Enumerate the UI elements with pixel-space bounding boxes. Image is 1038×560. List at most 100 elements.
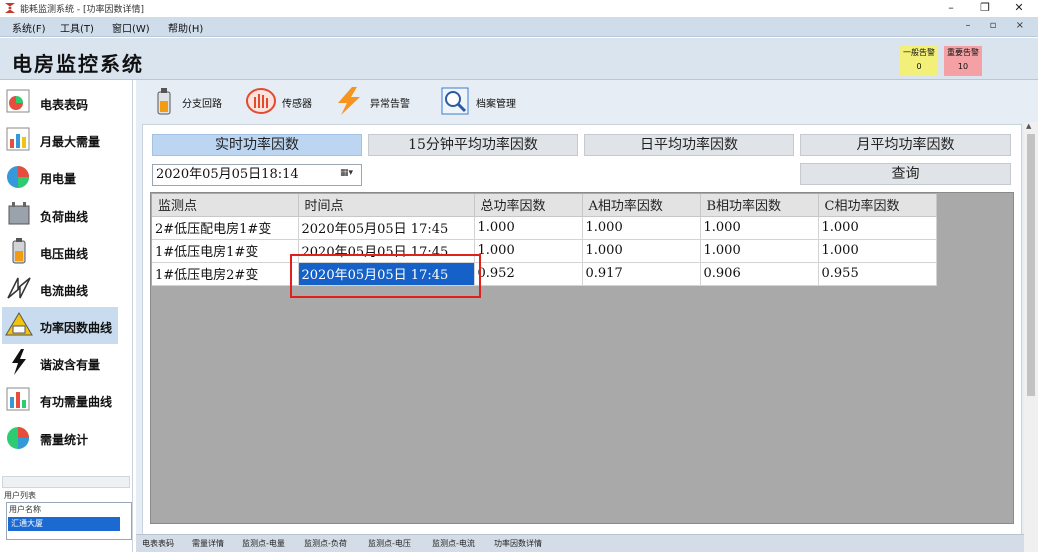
vertical-scrollbar[interactable]: ▲ — [1024, 122, 1038, 552]
window-title: 能耗监测系统 - [功率因数详情] — [20, 5, 144, 15]
table-row[interactable]: 1#低压电房1#变 2020年05月05日 17:45 1.000 1.000 … — [152, 239, 937, 263]
sensor-icon — [246, 88, 276, 114]
sidebar-item-max-demand[interactable]: 月最大需量 — [2, 121, 118, 158]
table-cell[interactable]: 1.000 — [474, 239, 583, 263]
close-button[interactable]: ✕ — [1006, 0, 1032, 16]
bottom-tab-point-current[interactable]: 监测点-电流 — [432, 538, 475, 549]
sidebar-item-label: 有功需量曲线 — [40, 395, 113, 409]
table-cell[interactable]: 1#低压电房2#变 — [152, 262, 299, 286]
sensor-button[interactable]: 传感器 — [244, 86, 328, 116]
transformer-icon — [8, 202, 30, 225]
normal-alarm-count: 0 — [916, 62, 922, 71]
severe-alarm-badge[interactable]: 重要告警 10 — [944, 46, 982, 76]
bottom-tab-strip: 电表表码 需量详情 监测点-电量 监测点-负荷 监测点-电压 监测点-电流 功率… — [136, 534, 1024, 552]
bottom-tab-demand-detail[interactable]: 需量详情 — [192, 538, 224, 549]
bottom-tab-power-factor-detail[interactable]: 功率因数详情 — [494, 538, 542, 549]
sidebar-item-harmonics[interactable]: 谐波含有量 — [2, 344, 118, 381]
app-title: 电房监控系统 — [12, 52, 144, 76]
table-cell[interactable]: 1#低压电房1#变 — [152, 239, 299, 263]
scroll-up-arrow-icon[interactable]: ▲ — [1026, 122, 1031, 130]
normal-alarm-badge[interactable]: 一般告警 0 — [900, 46, 938, 76]
datetime-picker[interactable]: 2020年05月05日18:14 — [152, 164, 362, 186]
column-header[interactable]: 监测点 — [152, 194, 299, 217]
sidebar-item-consumption[interactable]: 用电量 — [2, 158, 118, 195]
table-cell[interactable]: 1.000 — [474, 216, 583, 240]
user-list-column-header: 用户名称 — [9, 505, 41, 514]
sidebar-horizontal-scrollbar[interactable] — [2, 476, 130, 488]
branch-circuit-icon — [157, 88, 171, 115]
branch-circuit-button[interactable]: 分支回路 — [150, 86, 240, 116]
scrollbar-thumb[interactable] — [1027, 134, 1035, 396]
bottom-tab-point-energy[interactable]: 监测点-电量 — [242, 538, 285, 549]
sidebar-item-load-curve[interactable]: 负荷曲线 — [2, 196, 118, 233]
sidebar-item-current-curve[interactable]: 电流曲线 — [2, 270, 118, 307]
alarm-icon — [338, 87, 360, 115]
sidebar-item-active-demand-curve[interactable]: 有功需量曲线 — [2, 381, 118, 418]
bottom-tab-point-voltage[interactable]: 监测点-电压 — [368, 538, 411, 549]
table-cell[interactable]: 0.955 — [818, 262, 937, 286]
sidebar-item-label: 月最大需量 — [40, 135, 101, 149]
menu-help[interactable]: 帮助(H) — [168, 20, 203, 35]
severe-alarm-label: 重要告警 — [947, 48, 979, 57]
table-cell[interactable]: 0.952 — [474, 262, 583, 286]
query-button[interactable]: 查询 — [800, 163, 1011, 185]
current-icon — [7, 277, 31, 299]
bottom-tab-point-load[interactable]: 监测点-负荷 — [304, 538, 347, 549]
column-header[interactable]: 总功率因数 — [474, 194, 583, 217]
abnormal-alarm-label: 异常告警 — [370, 99, 410, 110]
tab-15min-avg-power-factor[interactable]: 15分钟平均功率因数 — [368, 134, 578, 156]
table-cell[interactable]: 0.906 — [700, 262, 819, 286]
menu-tools[interactable]: 工具(T) — [60, 20, 94, 35]
table-cell[interactable]: 1.000 — [818, 239, 937, 263]
sidebar: 电表表码 月最大需量 用电量 负荷曲线 电压曲线 电流曲线 功率因数曲线 谐波含… — [0, 80, 133, 552]
table-cell[interactable]: 1.000 — [700, 239, 819, 263]
restore-button[interactable]: ❐ — [972, 0, 998, 16]
table-cell[interactable]: 0.917 — [582, 262, 701, 286]
sidebar-item-label: 功率因数曲线 — [40, 321, 113, 335]
meter-chart-icon — [6, 89, 30, 113]
column-header[interactable]: B相功率因数 — [700, 194, 819, 217]
table-row[interactable]: 2#低压配电房1#变 2020年05月05日 17:45 1.000 1.000… — [152, 216, 937, 240]
column-header[interactable]: C相功率因数 — [818, 194, 937, 217]
sensor-label: 传感器 — [282, 99, 312, 110]
menu-system[interactable]: 系统(F) — [12, 20, 46, 35]
table-cell[interactable]: 2020年05月05日 17:45 — [298, 216, 475, 240]
table-cell[interactable]: 1.000 — [582, 216, 701, 240]
menu-bar: 系统(F) 工具(T) 窗口(W) 帮助(H) – ▫ × — [0, 17, 1038, 37]
user-list-item[interactable]: 汇通大厦 — [8, 517, 120, 531]
table-cell[interactable]: 1.000 — [582, 239, 701, 263]
sidebar-item-label: 用电量 — [40, 172, 77, 186]
sidebar-item-label: 电压曲线 — [40, 247, 89, 261]
power-factor-table: 监测点 时间点 总功率因数 A相功率因数 B相功率因数 C相功率因数 2#低压配… — [152, 194, 937, 286]
column-header[interactable]: 时间点 — [298, 194, 475, 217]
highlight-annotation-box — [290, 254, 481, 298]
sidebar-item-label: 需量统计 — [40, 433, 89, 447]
tab-monthly-avg-power-factor[interactable]: 月平均功率因数 — [800, 134, 1011, 156]
sidebar-item-voltage-curve[interactable]: 电压曲线 — [2, 233, 118, 270]
mdi-window-controls[interactable]: – ▫ × — [965, 20, 1032, 31]
menu-window[interactable]: 窗口(W) — [112, 20, 150, 35]
archive-management-label: 档案管理 — [476, 99, 516, 110]
table-row[interactable]: 1#低压电房2#变 2020年05月05日 17:45 0.952 0.917 … — [152, 262, 937, 286]
archive-management-button[interactable]: 档案管理 — [440, 86, 536, 116]
table-header-row: 监测点 时间点 总功率因数 A相功率因数 B相功率因数 C相功率因数 — [152, 194, 937, 217]
minimize-button[interactable]: – — [938, 0, 964, 16]
battery-icon — [12, 238, 26, 264]
normal-alarm-label: 一般告警 — [903, 48, 935, 57]
abnormal-alarm-button[interactable]: 异常告警 — [332, 86, 424, 116]
sidebar-item-meter-reading[interactable]: 电表表码 — [2, 84, 118, 121]
bar-chart-icon — [6, 387, 30, 411]
table-cell[interactable]: 1.000 — [818, 216, 937, 240]
column-header[interactable]: A相功率因数 — [582, 194, 701, 217]
tab-realtime-power-factor[interactable]: 实时功率因数 — [152, 134, 362, 156]
tab-daily-avg-power-factor[interactable]: 日平均功率因数 — [584, 134, 794, 156]
calendar-dropdown-icon[interactable]: ▦▾ — [340, 168, 360, 182]
bar-chart-icon — [6, 127, 30, 151]
table-cell[interactable]: 1.000 — [700, 216, 819, 240]
bottom-tab-meter-reading[interactable]: 电表表码 — [142, 538, 174, 549]
title-bar: 能耗监测系统 - [功率因数详情] – ❐ ✕ — [0, 0, 1038, 16]
severe-alarm-count: 10 — [957, 62, 969, 71]
sidebar-item-power-factor-curve[interactable]: 功率因数曲线 — [2, 307, 118, 344]
table-cell[interactable]: 2#低压配电房1#变 — [152, 216, 299, 240]
sidebar-item-demand-stats[interactable]: 需量统计 — [2, 419, 118, 456]
